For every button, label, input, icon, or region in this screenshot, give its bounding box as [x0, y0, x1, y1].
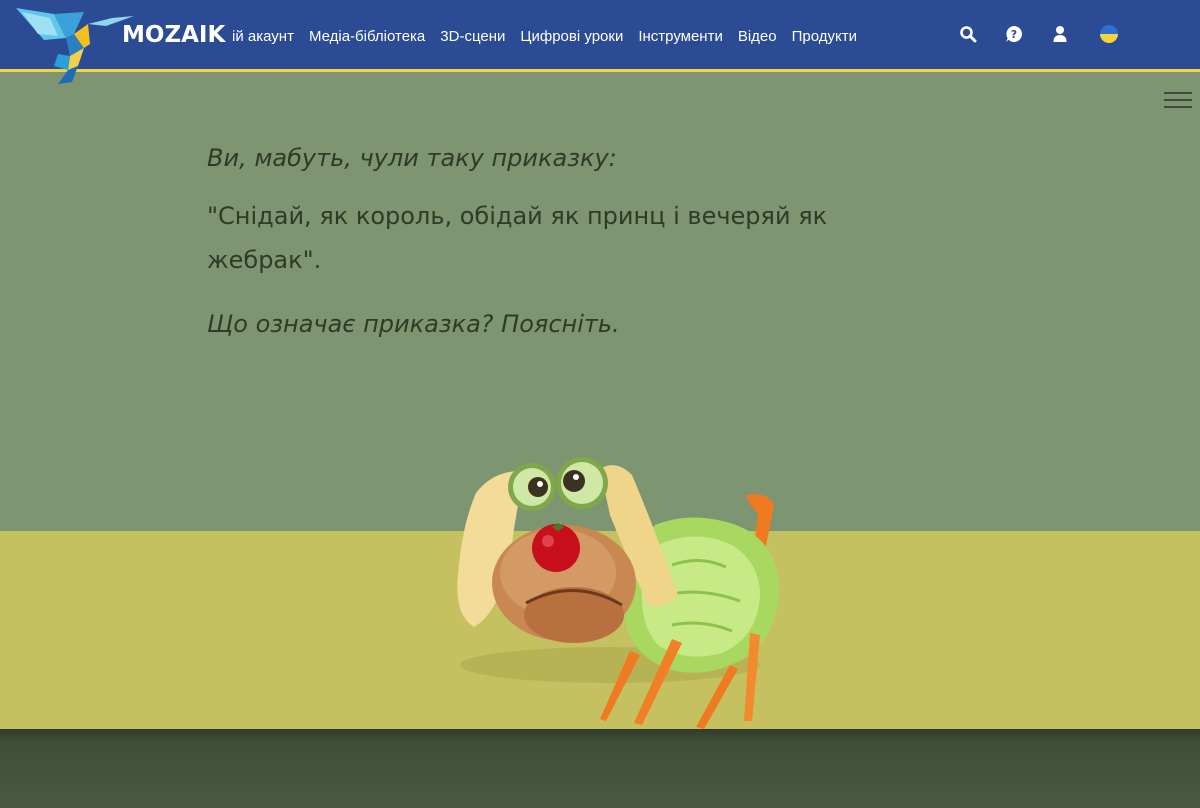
hamburger-menu-icon[interactable] — [1164, 92, 1192, 112]
help-icon[interactable]: ? — [1004, 24, 1024, 44]
nav-video[interactable]: Відео — [738, 28, 777, 45]
nav-my-account[interactable]: ій акаунт — [232, 28, 294, 45]
nav-media-library[interactable]: Медіа-бібліотека — [309, 28, 425, 45]
search-icon[interactable] — [958, 24, 978, 44]
nav-products[interactable]: Продукти — [792, 28, 857, 45]
nav-tools[interactable]: Інструменти — [638, 28, 723, 45]
top-navigation-bar: MOZAIK ій акаунт Медіа-бібліотека 3D-сце… — [0, 0, 1200, 72]
question-line: Що означає приказка? Поясніть. — [207, 310, 620, 338]
lesson-text: Ви, мабуть, чули таку приказку: "Снідай,… — [207, 138, 927, 344]
proverb-quote: "Снідай, як король, обідай як принц і ве… — [207, 202, 828, 274]
user-icon[interactable] — [1050, 24, 1070, 44]
nav-3d-scenes[interactable]: 3D-сцени — [440, 28, 505, 45]
brand-logo-text[interactable]: MOZAIK — [122, 20, 240, 50]
hummingbird-logo-icon[interactable] — [14, 4, 136, 86]
intro-line: Ви, мабуть, чули таку приказку: — [207, 144, 617, 172]
svg-text:?: ? — [1011, 28, 1017, 41]
header-icons: ? — [958, 24, 1118, 44]
food-dog-illustration — [457, 457, 779, 729]
main-navigation: ій акаунт Медіа-бібліотека 3D-сцени Цифр… — [232, 22, 857, 50]
brand-name: MOZAIK — [122, 22, 226, 48]
ukraine-flag-icon[interactable] — [1100, 25, 1118, 43]
nav-digital-lessons[interactable]: Цифрові уроки — [520, 28, 623, 45]
